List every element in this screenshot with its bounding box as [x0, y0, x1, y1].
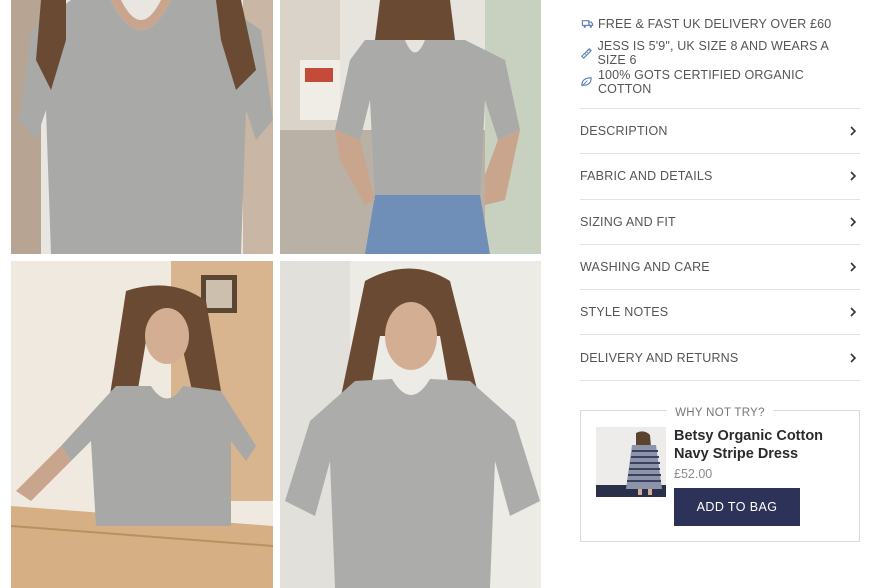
product-details-accordion: DESCRIPTION FABRIC AND DETAILS SIZING AN…: [580, 108, 860, 381]
upsell-product-image[interactable]: [596, 427, 666, 497]
product-photo-front-closeup[interactable]: [11, 0, 273, 254]
feature-list: FREE & FAST UK DELIVERY OVER £60 JESS IS…: [580, 9, 860, 96]
product-info-panel: FREE & FAST UK DELIVERY OVER £60 JESS IS…: [580, 0, 860, 381]
chevron-right-icon: [848, 216, 858, 228]
leaf-icon: [580, 75, 594, 89]
feature-organic-cotton: 100% GOTS CERTIFIED ORGANIC COTTON: [580, 67, 860, 96]
accordion-label: DELIVERY AND RETURNS: [580, 350, 739, 365]
feature-text: 100% GOTS CERTIFIED ORGANIC COTTON: [597, 67, 804, 96]
accordion-sizing-fit[interactable]: SIZING AND FIT: [580, 200, 860, 245]
upsell-heading-text: WHY NOT TRY?: [667, 407, 773, 419]
upsell-product-price: £52.00: [674, 467, 713, 481]
accordion-style-notes[interactable]: STYLE NOTES: [580, 290, 860, 336]
chevron-right-icon: [848, 261, 858, 273]
feature-delivery: FREE & FAST UK DELIVERY OVER £60: [580, 9, 860, 38]
accordion-label: SIZING AND FIT: [580, 214, 676, 229]
chevron-right-icon: [848, 306, 858, 318]
feature-text: FREE & FAST UK DELIVERY OVER £60: [598, 16, 832, 31]
ruler-icon: [580, 46, 593, 60]
accordion-delivery-returns[interactable]: DELIVERY AND RETURNS: [580, 335, 860, 381]
product-gallery: [0, 0, 560, 588]
add-to-bag-button[interactable]: ADD TO BAG: [674, 488, 800, 526]
chevron-right-icon: [848, 125, 858, 137]
feature-model-size: JESS IS 5'9", UK SIZE 8 AND WEARS A SIZE…: [580, 38, 860, 67]
upsell-heading: WHY NOT TRY?: [581, 403, 859, 421]
accordion-label: DESCRIPTION: [580, 124, 668, 139]
product-photo-standing[interactable]: [280, 261, 541, 588]
accordion-fabric-details[interactable]: FABRIC AND DETAILS: [580, 154, 860, 200]
product-photo-seated[interactable]: [11, 261, 273, 588]
accordion-label: STYLE NOTES: [580, 305, 669, 320]
why-not-try-panel: WHY NOT TRY? Betsy Organic Cotton Navy S…: [580, 407, 860, 542]
upsell-product-name[interactable]: Betsy Organic Cotton Navy Stripe Dress: [674, 427, 849, 463]
accordion-description[interactable]: DESCRIPTION: [580, 109, 860, 155]
feature-text: JESS IS 5'9", UK SIZE 8 AND WEARS A SIZE…: [597, 38, 829, 67]
accordion-label: FABRIC AND DETAILS: [580, 169, 713, 184]
chevron-right-icon: [848, 352, 858, 364]
accordion-label: WASHING AND CARE: [580, 260, 710, 275]
product-photo-front-pose[interactable]: [280, 0, 541, 254]
accordion-washing-care[interactable]: WASHING AND CARE: [580, 245, 860, 291]
chevron-right-icon: [848, 170, 858, 182]
delivery-icon: [580, 17, 594, 31]
